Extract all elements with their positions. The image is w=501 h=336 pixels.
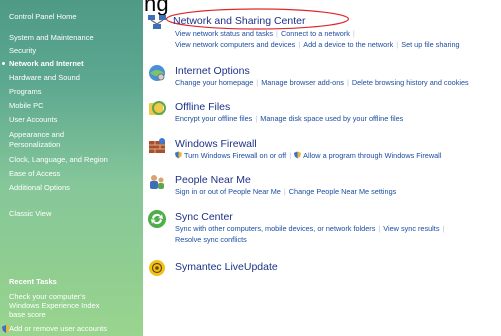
link-connect-to-network[interactable]: Connect to a network bbox=[281, 29, 350, 38]
link-view-sync-results[interactable]: View sync results bbox=[383, 224, 439, 233]
category-offline-files[interactable]: Offline Files bbox=[175, 101, 230, 113]
sidebar-item-system-and-maintenance[interactable]: System and Maintenance bbox=[9, 33, 94, 42]
uac-shield-icon bbox=[294, 151, 302, 159]
category-windows-firewall[interactable]: Windows Firewall bbox=[175, 138, 257, 150]
link-set-up-file-sharing[interactable]: Set up file sharing bbox=[401, 40, 459, 49]
main-content: Network and Sharing Center View network … bbox=[143, 0, 501, 336]
sidebar-item-user-accounts[interactable]: User Accounts bbox=[9, 115, 57, 124]
sidebar-item-ease-of-access[interactable]: Ease of Access bbox=[9, 169, 60, 178]
link-change-people-near-me-settings[interactable]: Change People Near Me settings bbox=[289, 187, 397, 196]
link-view-network-status[interactable]: View network status and tasks bbox=[175, 29, 273, 38]
link-delete-browsing-history[interactable]: Delete browsing history and cookies bbox=[352, 78, 469, 87]
category-sync-center[interactable]: Sync Center bbox=[175, 211, 233, 223]
link-change-homepage[interactable]: Change your homepage bbox=[175, 78, 253, 87]
link-view-network-computers[interactable]: View network computers and devices bbox=[175, 40, 295, 49]
category-links-sync-center: Sync with other computers, mobile device… bbox=[175, 224, 445, 244]
recent-task-add-remove-accounts[interactable]: Add or remove user accounts bbox=[9, 324, 107, 333]
sidebar: Control Panel Home System and Maintenanc… bbox=[0, 0, 143, 336]
category-links-offline-files: Encrypt your offline files | Manage disk s… bbox=[175, 114, 404, 123]
sidebar-item-hardware-and-sound[interactable]: Hardware and Sound bbox=[9, 73, 80, 82]
link-sign-in-out-people-near-me[interactable]: Sign in or out of People Near Me bbox=[175, 187, 281, 196]
sidebar-item-personalization[interactable]: Personalization bbox=[9, 140, 60, 149]
category-network-and-sharing-center[interactable]: Network and Sharing Center bbox=[173, 15, 306, 27]
sidebar-item-appearance[interactable]: Appearance and bbox=[9, 130, 64, 139]
sidebar-item-security[interactable]: Security bbox=[9, 46, 36, 55]
category-symantec-liveupdate[interactable]: Symantec LiveUpdate bbox=[175, 261, 278, 273]
link-sync-with-other-devices[interactable]: Sync with other computers, mobile device… bbox=[175, 224, 375, 233]
category-links-internet-options: Change your homepage | Manage browser add-… bbox=[175, 78, 469, 87]
selected-bullet-icon bbox=[2, 62, 5, 65]
sidebar-item-mobile-pc[interactable]: Mobile PC bbox=[9, 101, 44, 110]
offline-files-icon bbox=[149, 101, 166, 115]
people-near-me-icon bbox=[150, 175, 164, 189]
sidebar-item-programs[interactable]: Programs bbox=[9, 87, 42, 96]
link-allow-program-through-firewall[interactable]: Allow a program through Windows Firewall bbox=[303, 151, 441, 160]
sidebar-item-network-and-internet[interactable]: Network and Internet bbox=[9, 59, 84, 68]
link-add-device[interactable]: Add a device to the network bbox=[303, 40, 393, 49]
category-links-people-near-me: Sign in or out of People Near Me | Change … bbox=[175, 187, 397, 196]
recent-task-check-score-line3[interactable]: base score bbox=[9, 310, 46, 319]
recent-task-check-score-line2[interactable]: Windows Experience Index bbox=[9, 301, 99, 310]
uac-shield-icon bbox=[175, 151, 182, 159]
sidebar-item-additional-options[interactable]: Additional Options bbox=[9, 183, 70, 192]
category-links-network: View network status and tasks | Connect to… bbox=[175, 29, 460, 49]
firewall-icon bbox=[149, 138, 165, 153]
sidebar-item-clock-language-region[interactable]: Clock, Language, and Region bbox=[9, 155, 108, 164]
link-resolve-sync-conflicts[interactable]: Resolve sync conflicts bbox=[175, 235, 247, 244]
recent-task-check-score-line1[interactable]: Check your computer's bbox=[9, 292, 85, 301]
category-people-near-me[interactable]: People Near Me bbox=[175, 174, 251, 186]
link-manage-disk-space[interactable]: Manage disk space used by your offline f… bbox=[260, 114, 403, 123]
network-icon bbox=[148, 15, 166, 29]
classic-view-link[interactable]: Classic View bbox=[9, 209, 51, 218]
sidebar-item-control-panel-home[interactable]: Control Panel Home bbox=[9, 12, 77, 21]
link-encrypt-offline-files[interactable]: Encrypt your offline files bbox=[175, 114, 252, 123]
category-links-firewall: Turn Windows Firewall on or off | Allow a … bbox=[175, 150, 441, 161]
liveupdate-icon bbox=[149, 260, 165, 276]
recent-tasks-heading: Recent Tasks bbox=[9, 277, 57, 286]
link-manage-add-ons[interactable]: Manage browser add-ons bbox=[261, 78, 344, 87]
sync-center-icon bbox=[148, 210, 166, 228]
category-internet-options[interactable]: Internet Options bbox=[175, 65, 250, 77]
link-turn-firewall-on-off[interactable]: Turn Windows Firewall on or off bbox=[184, 151, 286, 160]
internet-options-icon bbox=[149, 65, 165, 81]
